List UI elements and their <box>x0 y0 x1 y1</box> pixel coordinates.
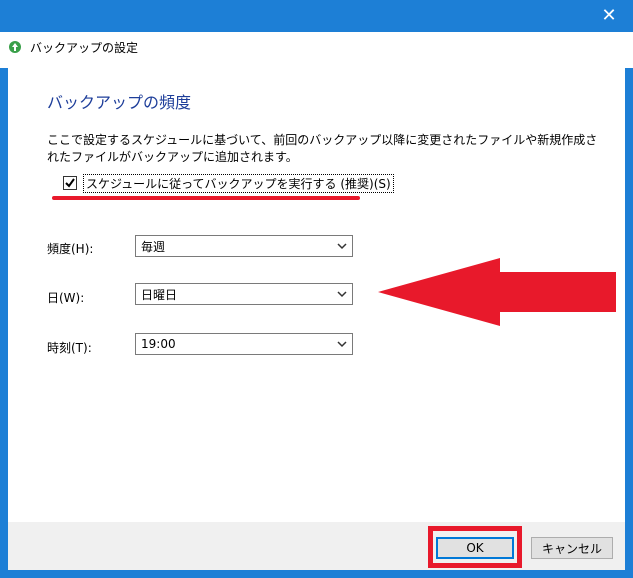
schedule-checkbox-label: スケジュールに従ってバックアップを実行する (推奨)(S) <box>83 173 394 193</box>
time-label: 時刻(T): <box>47 341 92 355</box>
schedule-checkbox-row[interactable]: スケジュールに従ってバックアップを実行する (推奨)(S) <box>63 173 394 193</box>
annotation-arrow-icon <box>378 258 616 326</box>
close-icon: ✕ <box>601 5 617 26</box>
window-title: バックアップの設定 <box>30 41 139 55</box>
frequency-value: 毎週 <box>141 239 166 254</box>
section-heading: バックアップの頻度 <box>47 93 192 112</box>
time-value: 19:00 <box>141 337 176 351</box>
ok-annotation-box <box>428 526 522 568</box>
description-text: ここで設定するスケジュールに基づいて、前回のバックアップ以降に変更されたファイル… <box>47 133 598 164</box>
frequency-label: 頻度(H): <box>47 242 94 256</box>
time-select[interactable]: 19:00 <box>135 333 353 355</box>
backup-app-icon <box>7 39 23 55</box>
frequency-select[interactable]: 毎週 <box>135 235 353 257</box>
cancel-button[interactable]: キャンセル <box>531 537 613 559</box>
checkmark-icon <box>65 178 75 188</box>
close-button[interactable]: ✕ <box>590 0 628 32</box>
annotation-underline <box>52 196 360 200</box>
chevron-down-icon <box>337 243 347 250</box>
day-value: 日曜日 <box>141 287 178 302</box>
chevron-down-icon <box>337 291 347 298</box>
schedule-checkbox[interactable] <box>63 176 77 190</box>
day-select[interactable]: 日曜日 <box>135 283 353 305</box>
chevron-down-icon <box>337 341 347 348</box>
day-label: 日(W): <box>47 291 85 305</box>
